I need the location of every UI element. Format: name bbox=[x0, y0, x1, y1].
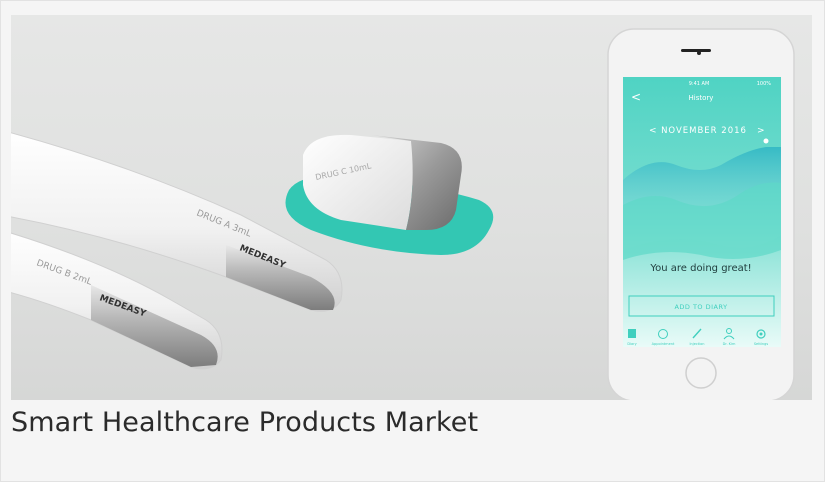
svg-text:Diary: Diary bbox=[627, 342, 636, 346]
prev-month-button[interactable]: < bbox=[649, 126, 657, 136]
tab-diary[interactable]: Diary bbox=[627, 329, 637, 346]
article-title[interactable]: Smart Healthcare Products Market bbox=[11, 407, 478, 438]
next-month-button[interactable]: > bbox=[757, 126, 765, 136]
status-message: You are doing great! bbox=[649, 263, 751, 274]
smart-capsule-device: DRUG C 10mL bbox=[285, 134, 494, 255]
book-icon bbox=[628, 329, 636, 338]
news-card[interactable]: DRUG A 3mL MEDEASY DRUG B 2mL MEDEASY DR… bbox=[0, 0, 825, 482]
svg-text:Appointment: Appointment bbox=[652, 342, 675, 346]
month-label: NOVEMBER 2016 bbox=[661, 126, 747, 136]
product-image: DRUG A 3mL MEDEASY DRUG B 2mL MEDEASY DR… bbox=[11, 15, 812, 400]
back-button[interactable]: < bbox=[631, 90, 641, 104]
chart-marker bbox=[763, 138, 769, 144]
svg-text:Dr. Kim: Dr. Kim bbox=[723, 342, 736, 346]
svg-text:Settings: Settings bbox=[754, 342, 769, 346]
status-time: 9:41 AM bbox=[689, 81, 710, 87]
history-title: History bbox=[689, 94, 714, 102]
add-to-diary-label: ADD TO DIARY bbox=[674, 303, 727, 311]
svg-text:Injection: Injection bbox=[689, 342, 704, 346]
status-battery: 100% bbox=[757, 81, 772, 87]
